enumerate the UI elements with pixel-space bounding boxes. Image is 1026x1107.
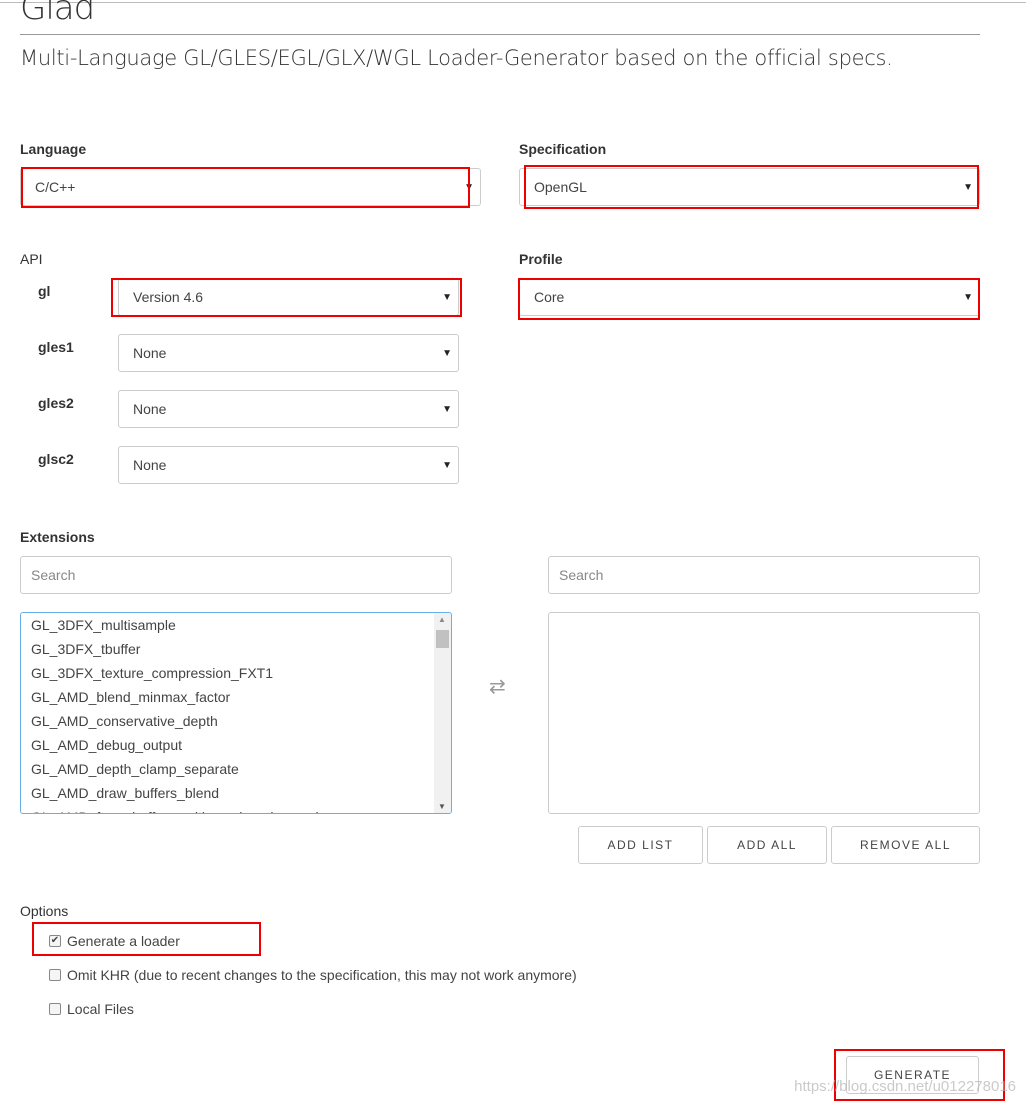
page-title: Glad	[20, 0, 95, 28]
omit-khr-checkbox[interactable]: Omit KHR (due to recent changes to the s…	[49, 967, 577, 983]
add-all-button[interactable]: ADD ALL	[707, 826, 827, 864]
api-glsc2-label: glsc2	[38, 451, 74, 467]
api-glsc2-select[interactable]: None ▼	[118, 446, 459, 484]
add-list-button[interactable]: ADD LIST	[578, 826, 703, 864]
highlight-box	[32, 922, 261, 956]
api-gl-label: gl	[38, 283, 51, 299]
checkbox-icon[interactable]	[49, 1003, 61, 1015]
list-item[interactable]: GL_3DFX_texture_compression_FXT1	[21, 661, 451, 685]
extension-search-input[interactable]: Search	[20, 556, 452, 594]
list-item[interactable]: GL_AMD_debug_output	[21, 733, 451, 757]
specification-label: Specification	[519, 141, 607, 157]
profile-label: Profile	[519, 251, 563, 267]
watermark: https://blog.csdn.net/u012278016	[794, 1078, 1016, 1095]
api-gles2-select[interactable]: None ▼	[118, 390, 459, 428]
list-item[interactable]: GL_AMD_blend_minmax_factor	[21, 685, 451, 709]
list-item[interactable]: GL_AMD_conservative_depth	[21, 709, 451, 733]
language-label: Language	[20, 141, 87, 157]
scrollbar[interactable]: ▲ ▼	[434, 613, 451, 813]
api-gles1-label: gles1	[38, 339, 74, 355]
top-border	[0, 2, 1026, 3]
api-glsc2-value: None	[133, 457, 167, 473]
highlight-box	[524, 165, 979, 209]
option-label: Local Files	[67, 1001, 134, 1017]
option-label: Omit KHR (due to recent changes to the s…	[67, 967, 577, 983]
selected-extensions-list[interactable]	[548, 612, 980, 814]
highlight-box	[518, 278, 980, 320]
local-files-checkbox[interactable]: Local Files	[49, 1001, 134, 1017]
list-item[interactable]: GL_3DFX_multisample	[21, 613, 451, 637]
chevron-down-icon: ▼	[442, 348, 452, 359]
list-item[interactable]: GL_AMD_depth_clamp_separate	[21, 757, 451, 781]
remove-all-button[interactable]: REMOVE ALL	[831, 826, 980, 864]
highlight-box	[21, 167, 470, 208]
scroll-up-icon[interactable]: ▲	[438, 615, 446, 624]
extensions-label: Extensions	[20, 529, 95, 545]
scroll-down-icon[interactable]: ▼	[438, 802, 446, 811]
highlight-box	[111, 278, 462, 317]
divider	[20, 34, 980, 35]
api-gles1-value: None	[133, 345, 167, 361]
options-label: Options	[20, 903, 69, 919]
api-label: API	[20, 251, 43, 267]
api-gles1-select[interactable]: None ▼	[118, 334, 459, 372]
chevron-down-icon: ▼	[442, 460, 452, 471]
list-item[interactable]: GL_3DFX_tbuffer	[21, 637, 451, 661]
api-gles2-label: gles2	[38, 395, 74, 411]
swap-arrows-icon[interactable]: ⇄	[489, 674, 506, 699]
chevron-down-icon: ▼	[442, 404, 452, 415]
scrollbar-thumb[interactable]	[436, 630, 449, 648]
selected-extension-search-input[interactable]: Search	[548, 556, 980, 594]
list-item[interactable]: GL_AMD_framebuffer_multisample_advanced	[21, 805, 451, 813]
api-gles2-value: None	[133, 401, 167, 417]
available-extensions-list[interactable]: GL_3DFX_multisample GL_3DFX_tbuffer GL_3…	[20, 612, 452, 814]
page-subtitle: Multi-Language GL/GLES/EGL/GLX/WGL Loade…	[20, 46, 893, 70]
checkbox-icon[interactable]	[49, 969, 61, 981]
list-item[interactable]: GL_AMD_draw_buffers_blend	[21, 781, 451, 805]
